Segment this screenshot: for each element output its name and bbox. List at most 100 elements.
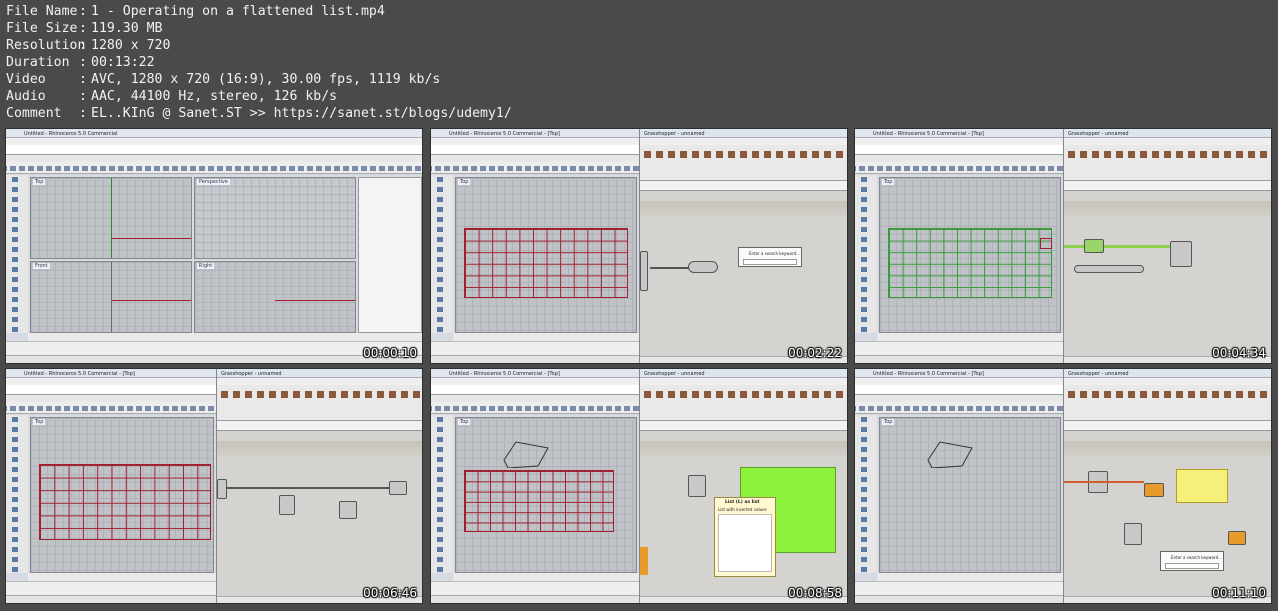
search-input[interactable]	[1165, 563, 1219, 569]
grasshopper-window: Grasshopper - unnamed	[216, 369, 422, 603]
rhino-command-area	[6, 145, 422, 155]
status-bar	[6, 595, 216, 603]
osnap-bar	[6, 581, 216, 595]
gh-component[interactable]	[1228, 531, 1246, 545]
viewport-top[interactable]: Top	[879, 177, 1061, 333]
panel-note[interactable]	[1176, 469, 1228, 503]
red-grid	[464, 228, 628, 298]
status-bar	[6, 355, 422, 363]
viewport-top[interactable]: Top	[30, 417, 214, 573]
osnap-bar	[6, 341, 422, 355]
thumbnail-5[interactable]: Untitled - Rhinoceros 5.0 Commercial - […	[430, 368, 848, 604]
gh-canvas[interactable]: List (L) as list List with inserted valu…	[640, 431, 847, 596]
gh-canvas[interactable]: Enter a search keyword...	[1064, 431, 1271, 596]
gh-title-bar: Grasshopper - unnamed	[1064, 129, 1271, 138]
gh-menu-bar	[640, 138, 847, 145]
search-popup[interactable]: Enter a search keyword...	[1160, 551, 1224, 571]
gh-canvas-toolbar	[217, 421, 422, 431]
gh-component[interactable]	[1144, 483, 1164, 497]
file-info-panel: File Name:1 - Operating on a flattened l…	[6, 3, 512, 122]
gh-component[interactable]	[1084, 239, 1104, 253]
rhino-command-area	[855, 145, 1063, 155]
rhino-command-area	[855, 385, 1063, 395]
viewport-top[interactable]: Top	[30, 177, 192, 259]
info-row-comment: Comment: EL..KInG @ Sanet.ST >> https://s…	[6, 106, 512, 121]
thumbnail-3[interactable]: Untitled - Rhinoceros 5.0 Commercial - […	[854, 128, 1272, 364]
gh-menu-bar	[640, 378, 847, 385]
rhino-toolbar-tabs	[431, 395, 639, 402]
viewport-top[interactable]: Top	[455, 417, 637, 573]
viewport-label: Top	[882, 179, 895, 185]
gh-title-bar: Grasshopper - unnamed	[640, 369, 847, 378]
thumbnail-2[interactable]: Untitled - Rhinoceros 5.0 Commercial - […	[430, 128, 848, 364]
gh-component[interactable]	[688, 475, 706, 497]
gh-component[interactable]	[339, 501, 357, 519]
rhino-toolbar-icons	[6, 162, 422, 174]
rhino-title-bar: Untitled - Rhinoceros 5.0 Commercial - […	[6, 369, 216, 378]
viewport-tabs	[453, 573, 639, 581]
thumbnail-6[interactable]: Untitled - Rhinoceros 5.0 Commercial - […	[854, 368, 1272, 604]
viewport-label: Right	[197, 263, 215, 269]
viewport-top[interactable]: Top	[455, 177, 637, 333]
viewport-front[interactable]: Front	[30, 261, 192, 333]
thumbnail-4[interactable]: Untitled - Rhinoceros 5.0 Commercial - […	[5, 368, 423, 604]
rhino-command-area	[431, 385, 639, 395]
rhino-menu-bar	[6, 138, 422, 145]
timestamp: 00:00:10	[363, 346, 417, 360]
rhino-window: Untitled - Rhinoceros 5.0 Commercial - […	[855, 129, 1063, 363]
search-input[interactable]	[743, 259, 797, 265]
red-grid	[39, 464, 211, 540]
gh-menu-bar	[1064, 378, 1271, 385]
polygon-curve	[927, 441, 973, 468]
rhino-window: Untitled - Rhinoceros 5.0 Commercial Top…	[6, 129, 422, 363]
rhino-toolbar-tabs	[6, 155, 422, 162]
gh-title-bar: Grasshopper - unnamed	[1064, 369, 1271, 378]
viewport-perspective[interactable]: Perspective	[194, 177, 356, 259]
gh-component[interactable]	[279, 495, 295, 515]
timestamp: 00:04:34	[1212, 346, 1266, 360]
gh-component[interactable]	[688, 261, 718, 273]
gh-component[interactable]	[217, 479, 227, 499]
green-grid	[888, 228, 1052, 298]
gh-ribbon	[1064, 145, 1271, 181]
rhino-toolbar-tabs	[855, 155, 1063, 162]
gh-ribbon	[1064, 385, 1271, 421]
tooltip: List (L) as list List with inserted valu…	[714, 497, 776, 577]
status-bar	[855, 355, 1063, 363]
search-popup[interactable]: Enter a search keyword...	[738, 247, 802, 267]
osnap-bar	[431, 341, 639, 355]
viewport-label: Front	[33, 263, 50, 269]
gh-canvas[interactable]	[217, 431, 422, 596]
gh-canvas-toolbar	[640, 181, 847, 191]
gh-canvas[interactable]	[1064, 191, 1271, 356]
gh-ribbon	[640, 145, 847, 181]
gh-menu-bar	[217, 378, 422, 385]
gh-title-bar: Grasshopper - unnamed	[640, 129, 847, 138]
rhino-toolbar-icons	[431, 402, 639, 414]
thumbnail-1[interactable]: Untitled - Rhinoceros 5.0 Commercial Top…	[5, 128, 423, 364]
gh-component[interactable]	[1124, 523, 1142, 545]
gh-canvas-toolbar	[1064, 181, 1271, 191]
viewport-tabs	[453, 333, 639, 341]
grasshopper-window: Grasshopper - unnamed List (L) as list L…	[639, 369, 847, 603]
gh-canvas[interactable]: Enter a search keyword...	[640, 191, 847, 356]
viewport-tabs	[877, 333, 1063, 341]
rhino-side-tools	[6, 175, 28, 333]
rhino-title-bar: Untitled - Rhinoceros 5.0 Commercial	[6, 129, 422, 138]
gh-component[interactable]	[1170, 241, 1192, 267]
viewport-right[interactable]: Right	[194, 261, 356, 333]
gh-title-bar: Grasshopper - unnamed	[217, 369, 422, 378]
rhino-title-bar: Untitled - Rhinoceros 5.0 Commercial - […	[431, 129, 639, 138]
gh-menu-bar	[1064, 138, 1271, 145]
viewport-top[interactable]: Top	[879, 417, 1061, 573]
status-bar	[431, 355, 639, 363]
rhino-toolbar-icons	[855, 162, 1063, 174]
gh-component[interactable]	[640, 251, 648, 291]
rhino-window: Untitled - Rhinoceros 5.0 Commercial - […	[431, 129, 639, 363]
gh-slider[interactable]	[1074, 265, 1144, 273]
status-bar	[855, 595, 1063, 603]
gh-component[interactable]	[389, 481, 407, 495]
rhino-menu-bar	[431, 378, 639, 385]
rhino-window: Untitled - Rhinoceros 5.0 Commercial - […	[855, 369, 1063, 603]
rhino-side-tools	[855, 415, 877, 573]
